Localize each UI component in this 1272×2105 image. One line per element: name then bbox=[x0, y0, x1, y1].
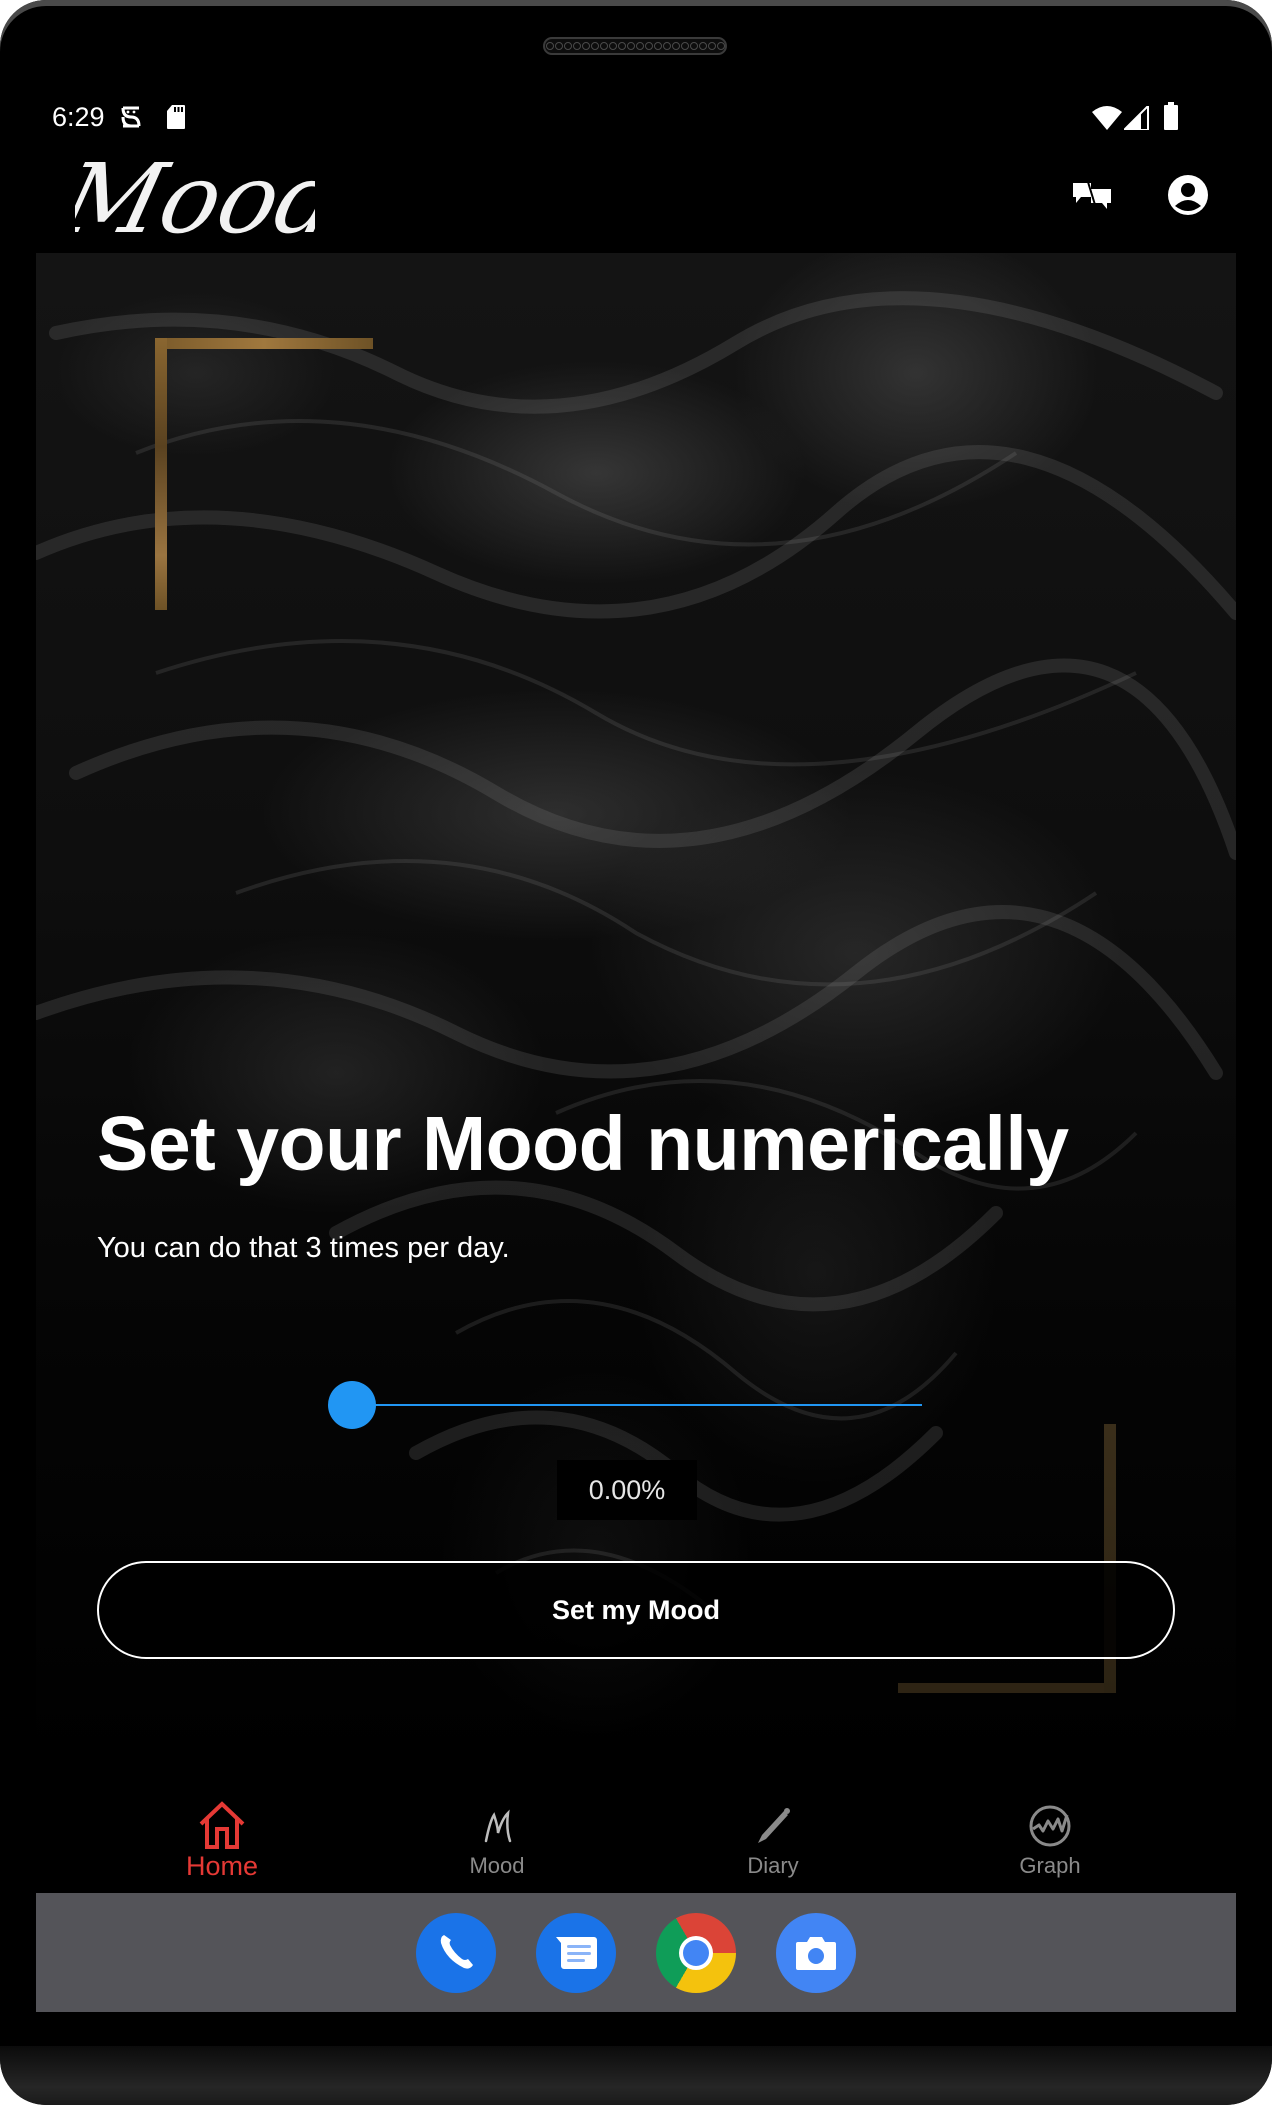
dock-app-messages[interactable] bbox=[536, 1913, 616, 1993]
app-logo: Mood bbox=[48, 140, 353, 254]
device-frame: 6:29 Mood Set your Mood numerically You … bbox=[0, 0, 1272, 2105]
dock-app-camera[interactable] bbox=[776, 1913, 856, 1993]
nav-item-mood[interactable]: Mood bbox=[397, 1793, 597, 1888]
nav-item-diary[interactable]: Diary bbox=[673, 1793, 873, 1888]
mood-slider[interactable] bbox=[328, 1380, 922, 1430]
nav-label-graph: Graph bbox=[1019, 1853, 1081, 1878]
status-time: 6:29 bbox=[52, 102, 105, 132]
slider-track[interactable] bbox=[352, 1404, 922, 1406]
launcher-dock bbox=[36, 1893, 1236, 2012]
slider-thumb[interactable] bbox=[328, 1381, 376, 1429]
account-icon bbox=[1167, 174, 1209, 221]
nav-item-home[interactable]: Home bbox=[122, 1793, 322, 1888]
decorative-corner-top-left bbox=[155, 338, 373, 610]
dock-app-chrome[interactable] bbox=[656, 1913, 736, 1993]
debug-icon bbox=[120, 104, 142, 135]
chrome-icon bbox=[656, 1936, 736, 1997]
app-logo-text: Mood bbox=[75, 143, 315, 250]
graph-icon bbox=[1025, 1801, 1075, 1851]
cell-signal-icon bbox=[1121, 103, 1150, 135]
battery-icon bbox=[1163, 102, 1179, 135]
nav-label-diary: Diary bbox=[747, 1853, 799, 1878]
mood-value-display: 0.00% bbox=[557, 1460, 697, 1520]
pencil-icon bbox=[748, 1801, 798, 1851]
page-title: Set your Mood numerically bbox=[97, 1101, 1069, 1187]
page-subtitle: You can do that 3 times per day. bbox=[97, 1232, 510, 1264]
nav-label-home: Home bbox=[185, 1851, 259, 1881]
nav-item-graph[interactable]: Graph bbox=[950, 1793, 1150, 1888]
mood-script-icon bbox=[472, 1801, 522, 1851]
translate-icon bbox=[1072, 180, 1112, 215]
sd-card-icon bbox=[166, 104, 186, 135]
camera-icon bbox=[776, 1937, 856, 1997]
device-bottom-bezel bbox=[0, 2046, 1272, 2105]
language-button[interactable] bbox=[1067, 172, 1117, 222]
phone-icon bbox=[416, 1935, 496, 1997]
dock-app-phone[interactable] bbox=[416, 1913, 496, 1993]
messages-icon bbox=[536, 1937, 616, 1997]
bottom-navigation: Home Mood Diary Graph bbox=[36, 1783, 1236, 1893]
home-icon bbox=[197, 1801, 247, 1851]
wifi-icon bbox=[1092, 106, 1122, 135]
set-mood-button[interactable]: Set my Mood bbox=[97, 1561, 1175, 1659]
nav-label-mood: Mood bbox=[469, 1853, 525, 1878]
speaker-grille bbox=[543, 37, 727, 55]
status-bar: 6:29 bbox=[0, 98, 1272, 138]
account-button[interactable] bbox=[1163, 172, 1213, 222]
